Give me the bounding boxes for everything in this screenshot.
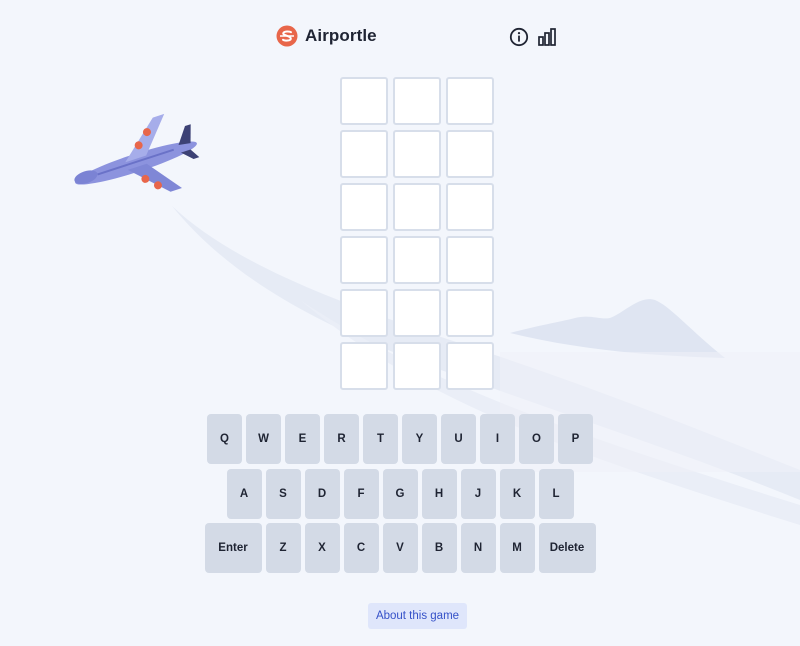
board-tile [340, 77, 388, 125]
key-m[interactable]: M [499, 523, 535, 573]
board-tile [393, 342, 441, 390]
key-q[interactable]: Q [207, 414, 242, 464]
key-h[interactable]: H [421, 469, 457, 519]
key-j[interactable]: J [460, 469, 496, 519]
top-bar: Airportle [0, 0, 800, 70]
key-r[interactable]: R [324, 414, 359, 464]
key-a[interactable]: A [226, 469, 262, 519]
board-tile [340, 183, 388, 231]
board-tile [340, 130, 388, 178]
info-circle-icon[interactable] [509, 27, 529, 47]
key-s[interactable]: S [265, 469, 301, 519]
about-game-button[interactable]: About this game [368, 603, 467, 629]
board-tile [393, 183, 441, 231]
key-b[interactable]: B [421, 523, 457, 573]
key-p[interactable]: P [558, 414, 593, 464]
key-i[interactable]: I [480, 414, 515, 464]
key-y[interactable]: Y [402, 414, 437, 464]
board-tile [340, 236, 388, 284]
board-tile [393, 289, 441, 337]
key-d[interactable]: D [304, 469, 340, 519]
key-delete[interactable]: Delete [538, 523, 596, 573]
keyboard-row-1: QWERTYUIOP [0, 414, 800, 464]
key-v[interactable]: V [382, 523, 418, 573]
board-tile [340, 342, 388, 390]
key-f[interactable]: F [343, 469, 379, 519]
guess-board [340, 77, 496, 390]
key-u[interactable]: U [441, 414, 476, 464]
keyboard-row-3: Enter Z X C V B N M Delete [0, 523, 800, 573]
board-tile [446, 77, 494, 125]
board-tile [446, 342, 494, 390]
key-o[interactable]: O [519, 414, 554, 464]
key-z[interactable]: Z [265, 523, 301, 573]
board-tile [446, 289, 494, 337]
airplane-illustration [74, 113, 200, 192]
board-tile [446, 236, 494, 284]
board-tile [393, 236, 441, 284]
key-g[interactable]: G [382, 469, 418, 519]
key-x[interactable]: X [304, 523, 340, 573]
board-tile [340, 289, 388, 337]
key-k[interactable]: K [499, 469, 535, 519]
airportle-logo-icon [276, 25, 298, 47]
key-c[interactable]: C [343, 523, 379, 573]
key-e[interactable]: E [285, 414, 320, 464]
board-tile [393, 77, 441, 125]
mountains-silhouette [510, 299, 725, 358]
key-l[interactable]: L [538, 469, 574, 519]
board-tile [446, 183, 494, 231]
bar-chart-icon[interactable] [537, 27, 557, 47]
key-w[interactable]: W [246, 414, 281, 464]
key-enter[interactable]: Enter [204, 523, 262, 573]
board-tile [393, 130, 441, 178]
keyboard-row-2: ASDFGHJKL [0, 469, 800, 519]
key-n[interactable]: N [460, 523, 496, 573]
key-t[interactable]: T [363, 414, 398, 464]
board-tile [446, 130, 494, 178]
brand: Airportle [276, 25, 377, 47]
app-title: Airportle [305, 26, 377, 45]
